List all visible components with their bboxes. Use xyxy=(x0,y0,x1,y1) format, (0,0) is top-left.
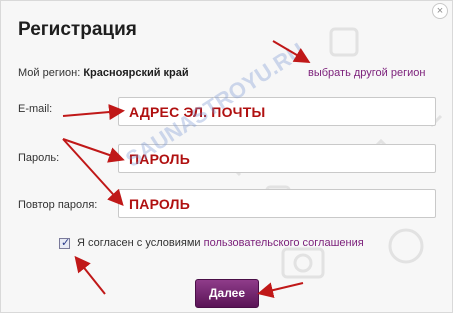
checkmark-icon: ✓ xyxy=(61,237,71,249)
close-button[interactable]: × xyxy=(432,3,448,19)
close-icon: × xyxy=(436,5,444,17)
dialog-title: Регистрация xyxy=(18,19,137,40)
password-label: Пароль: xyxy=(18,152,60,164)
repeat-password-field[interactable]: ПАРОЛЬ xyxy=(118,189,436,218)
region-label: Мой регион: xyxy=(18,67,81,79)
email-label: E-mail: xyxy=(18,103,53,115)
agreement-label: Я согласен с условиями xyxy=(77,237,201,249)
agreement-checkbox[interactable]: ✓ xyxy=(59,237,71,249)
region-value: Красноярский край xyxy=(83,67,189,79)
repeat-password-label: Повтор пароля: xyxy=(18,199,98,211)
repeat-password-field-value: ПАРОЛЬ xyxy=(129,196,190,212)
region-row: Мой регион: Красноярский край xyxy=(18,67,189,79)
registration-dialog: Регистрация × Мой регион: Красноярский к… xyxy=(0,0,453,313)
user-agreement-link[interactable]: пользовательского соглашения xyxy=(204,237,364,249)
next-button[interactable]: Далее xyxy=(195,279,259,308)
change-region-link[interactable]: выбрать другой регион xyxy=(308,67,425,79)
agreement-text: Я согласен с условиями пользовательского… xyxy=(77,237,364,249)
